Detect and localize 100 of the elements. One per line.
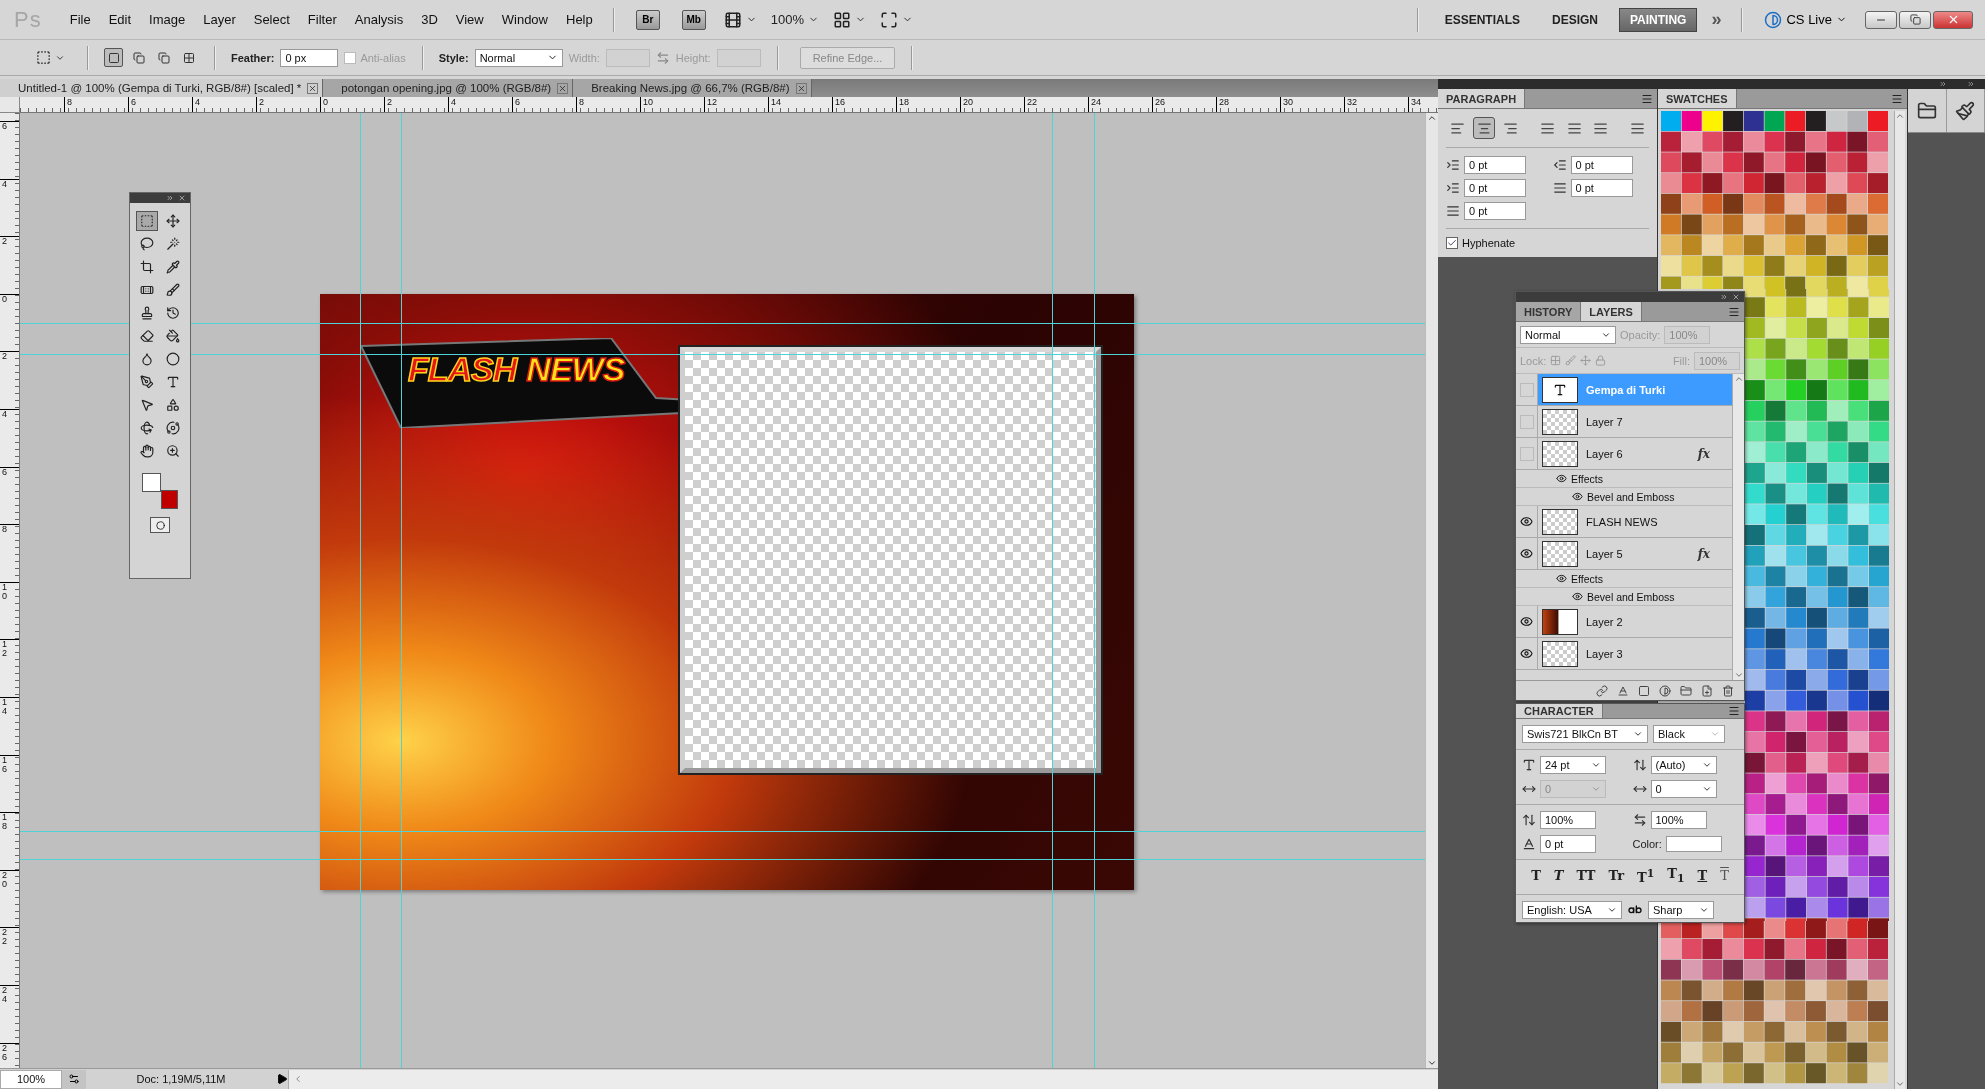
document-tab[interactable]: potongan opening.jpg @ 100% (RGB/8#) <box>323 79 574 97</box>
mask-icon[interactable] <box>1638 684 1650 697</box>
menu-item[interactable]: Edit <box>100 8 140 31</box>
layer-row[interactable]: Layer 6 fx <box>1516 438 1732 470</box>
type-style-button[interactable]: T <box>1549 868 1568 884</box>
panel-tab[interactable]: LAYERS <box>1581 302 1642 321</box>
width-field[interactable] <box>605 48 650 67</box>
height-field[interactable] <box>716 48 761 67</box>
text-color-swatch[interactable] <box>1665 836 1722 853</box>
menu-item[interactable]: Help <box>558 8 601 31</box>
workspace-button[interactable]: PAINTING <box>1619 7 1698 32</box>
expand-icon[interactable] <box>166 194 174 202</box>
blend-mode-select[interactable]: Normal <box>1520 325 1616 344</box>
menu-item[interactable]: 3D <box>413 8 446 31</box>
font-style-select[interactable]: Black <box>1653 725 1725 744</box>
anti-alias-select[interactable]: Sharp <box>1648 901 1714 919</box>
font-family-select[interactable]: Swis721 BlkCn BT <box>1522 725 1648 744</box>
scroll-down-icon[interactable] <box>1895 1079 1905 1089</box>
font-size-select[interactable]: 24 pt <box>1540 756 1606 775</box>
more-workspaces-button[interactable]: » <box>1703 9 1730 30</box>
layer-row[interactable]: FLASH NEWS <box>1516 506 1732 538</box>
scroll-up-icon[interactable] <box>1733 374 1744 384</box>
menu-item[interactable]: Select <box>245 8 298 31</box>
layer-row[interactable]: Layer 2 <box>1516 606 1732 638</box>
quick-mask-button[interactable] <box>150 517 170 533</box>
cs-live-button[interactable]: CS Live <box>1754 10 1857 29</box>
horizontal-scale-field[interactable]: 100% <box>1650 811 1707 830</box>
collapse-icon[interactable] <box>1720 293 1728 301</box>
language-select[interactable]: English: USA <box>1522 901 1622 919</box>
menu-item[interactable]: Layer <box>195 8 244 31</box>
type-style-button[interactable]: T$^{1}$ <box>1633 866 1659 885</box>
value-field[interactable]: 0 pt <box>1570 179 1633 197</box>
layer-row[interactable]: Layer 7 <box>1516 406 1732 438</box>
layer-style-icon[interactable] <box>1617 684 1629 697</box>
color-swatches-drawing[interactable] <box>1660 921 1890 1084</box>
type-style-button[interactable]: TT <box>1572 868 1600 884</box>
panel-tab[interactable]: CHARACTER <box>1516 704 1603 719</box>
folder-icon[interactable] <box>1680 684 1692 697</box>
value-field[interactable]: 0 pt <box>1464 179 1526 197</box>
panel-tab[interactable]: SWATCHES <box>1658 89 1737 108</box>
panel-tab[interactable]: HISTORY <box>1516 302 1582 321</box>
panel-tab[interactable]: PARAGRAPH <box>1438 89 1526 108</box>
foreground-color[interactable] <box>142 473 161 492</box>
play-icon[interactable] <box>276 1073 288 1085</box>
visibility-icon[interactable] <box>1556 473 1567 484</box>
scroll-down-icon[interactable] <box>1733 670 1744 680</box>
type-style-button[interactable]: T <box>1527 868 1545 884</box>
selection-mode-button[interactable] <box>104 48 123 67</box>
launcher-button[interactable]: Mb <box>681 9 706 30</box>
collapse-icon[interactable] <box>1967 80 1975 88</box>
type-style-button[interactable]: Tr <box>1604 868 1628 884</box>
align-center-button[interactable] <box>1472 117 1496 139</box>
vertical-scale-field[interactable]: 100% <box>1540 811 1596 830</box>
type-style-button[interactable]: T <box>1716 868 1733 884</box>
menu-item[interactable]: Window <box>493 8 556 31</box>
menu-item[interactable]: View <box>447 8 492 31</box>
visibility-icon[interactable] <box>1572 591 1583 602</box>
leading-select[interactable]: (Auto) <box>1650 756 1717 775</box>
link-icon[interactable] <box>1596 684 1608 697</box>
adjustment-icon[interactable] <box>1659 684 1671 697</box>
layer-row[interactable]: Layer 3 <box>1516 638 1732 670</box>
visibility-icon[interactable] <box>1556 573 1567 584</box>
launcher-button[interactable]: Br <box>635 9 660 30</box>
tab-close-button[interactable] <box>307 82 319 94</box>
visibility-toggle[interactable] <box>1516 374 1538 405</box>
color-swatches-drawing[interactable] <box>1745 289 1890 921</box>
new-layer-icon[interactable] <box>1701 684 1713 697</box>
close-icon[interactable] <box>178 194 186 202</box>
feather-field[interactable]: 0 px <box>280 48 339 67</box>
style-select[interactable]: Normal <box>474 48 563 67</box>
marquee-tool[interactable] <box>136 211 158 231</box>
trash-icon[interactable] <box>1722 684 1734 697</box>
document-tab[interactable]: Breaking News.jpg @ 66,7% (RGB/8#) <box>573 79 812 97</box>
tracking-select[interactable]: 0 <box>1650 780 1717 799</box>
layer-row[interactable]: Layer 5 fx <box>1516 538 1732 570</box>
visibility-icon[interactable] <box>1572 491 1583 502</box>
value-field[interactable]: 0 pt <box>1570 156 1633 174</box>
tab-close-button[interactable] <box>795 82 807 94</box>
type-style-button[interactable]: T <box>1693 868 1712 884</box>
workspace-button[interactable]: DESIGN <box>1541 7 1609 32</box>
close-icon[interactable] <box>1732 293 1740 301</box>
scroll-up-icon[interactable] <box>1427 113 1437 123</box>
menu-item[interactable]: Filter <box>299 8 345 31</box>
hyphenate-checkbox[interactable] <box>1446 237 1458 249</box>
menu-item[interactable]: Image <box>141 8 194 31</box>
status-menu-button[interactable] <box>62 1069 86 1089</box>
restore-button[interactable] <box>1899 10 1931 29</box>
menu-item[interactable]: File <box>61 8 99 31</box>
workspace-button[interactable]: ESSENTIALS <box>1433 7 1531 32</box>
collapse-icon[interactable] <box>1939 80 1947 88</box>
baseline-shift-field[interactable]: 0 pt <box>1540 835 1596 854</box>
menu-item[interactable]: Analysis <box>346 8 412 31</box>
zoom-field[interactable]: 100% <box>0 1069 62 1089</box>
zoom-level-button[interactable]: 100% <box>764 10 825 29</box>
type-style-button[interactable]: T$_{1}$ <box>1663 866 1689 885</box>
minimize-button[interactable] <box>1865 10 1897 29</box>
background-color[interactable] <box>161 490 178 509</box>
scroll-up-icon[interactable] <box>1895 111 1905 121</box>
value-field[interactable]: 0 pt <box>1464 156 1526 174</box>
color-swatches-drawing[interactable] <box>1660 111 1890 289</box>
